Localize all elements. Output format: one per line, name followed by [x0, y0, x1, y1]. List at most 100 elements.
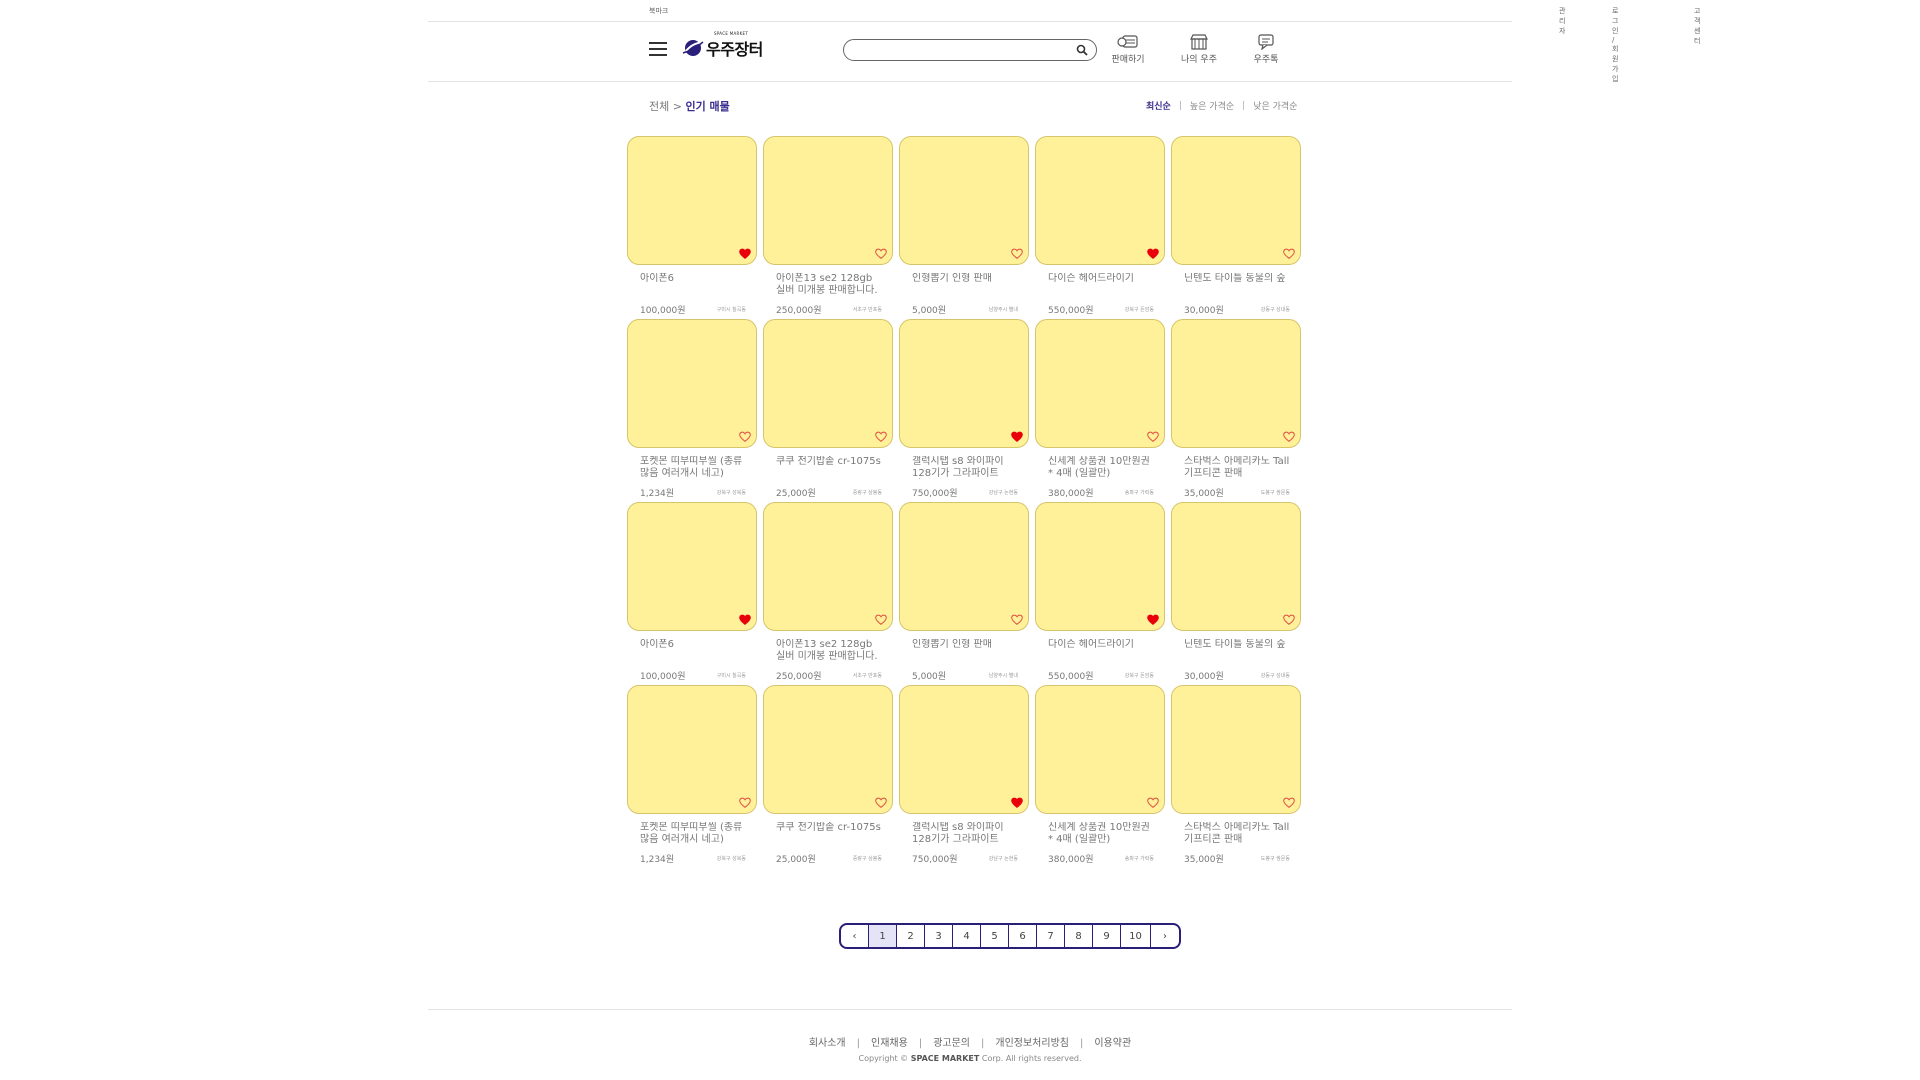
- product-thumbnail[interactable]: [899, 319, 1029, 448]
- footer-link[interactable]: 광고문의: [933, 1038, 970, 1049]
- product-card[interactable]: 아이폰6 100,000원 구미시 칠곡동: [627, 502, 757, 682]
- product-card[interactable]: 다이슨 헤어드라이기 550,000원 강북구 돈암동: [1035, 502, 1165, 682]
- page-number[interactable]: 4: [953, 925, 981, 947]
- product-thumbnail[interactable]: [1171, 319, 1301, 448]
- product-thumbnail[interactable]: [1035, 685, 1165, 814]
- heart-outline-icon[interactable]: [1011, 614, 1023, 625]
- heart-filled-icon[interactable]: [739, 614, 751, 625]
- product-thumbnail[interactable]: [1171, 685, 1301, 814]
- product-thumbnail[interactable]: [627, 685, 757, 814]
- product-card[interactable]: 스타벅스 아메리카노 Tall 기프티콘 판매 35,000원 도봉구 쌍문동: [1171, 685, 1301, 865]
- search-input[interactable]: [856, 43, 1066, 57]
- product-thumbnail[interactable]: [763, 685, 893, 814]
- footer-link[interactable]: 회사소개: [809, 1038, 846, 1049]
- page-number[interactable]: 9: [1093, 925, 1121, 947]
- nav-chat[interactable]: 우주톡: [1244, 34, 1288, 65]
- product-card[interactable]: 닌텐도 타이틀 동물의 숲 30,000원 강동구 성내동: [1171, 136, 1301, 316]
- login-signup-link[interactable]: 로그인 / 회원가입: [1612, 6, 1618, 84]
- product-card[interactable]: 포켓몬 띠부띠부씰 (종류 많음 여러개시 네고) 1,234원 강북구 성북동: [627, 319, 757, 499]
- product-card[interactable]: 갤럭시탭 s8 와이파이 128기가 그라파이트 미... 750,000원 강남구…: [899, 319, 1029, 499]
- heart-outline-icon[interactable]: [739, 431, 751, 442]
- product-title[interactable]: 인형뽑기 인형 판매: [912, 639, 1020, 651]
- product-title[interactable]: 포켓몬 띠부띠부씰 (종류 많음 여러개시 네고): [640, 456, 748, 479]
- product-title[interactable]: 갤럭시탭 s8 와이파이 128기가 그라파이트 미...: [912, 456, 1020, 479]
- heart-outline-icon[interactable]: [1147, 431, 1159, 442]
- product-thumbnail[interactable]: [627, 319, 757, 448]
- product-title[interactable]: 스타벅스 아메리카노 Tall 기프티콘 판매: [1184, 822, 1292, 845]
- product-card[interactable]: 갤럭시탭 s8 와이파이 128기가 그라파이트 미... 750,000원 강남구…: [899, 685, 1029, 865]
- breadcrumb-root[interactable]: 전체: [649, 100, 669, 113]
- page-number[interactable]: 7: [1037, 925, 1065, 947]
- page-number[interactable]: 5: [981, 925, 1009, 947]
- page-number[interactable]: 2: [897, 925, 925, 947]
- heart-filled-icon[interactable]: [1147, 614, 1159, 625]
- product-card[interactable]: 신세계 상품권 10만원권 * 4매 (일괄만) 380,000원 송파구 가락동: [1035, 685, 1165, 865]
- product-title[interactable]: 다이슨 헤어드라이기: [1048, 639, 1156, 651]
- product-title[interactable]: 포켓몬 띠부띠부씰 (종류 많음 여러개시 네고): [640, 822, 748, 845]
- heart-outline-icon[interactable]: [1283, 248, 1295, 259]
- search-icon[interactable]: [1076, 44, 1088, 56]
- product-card[interactable]: 아이폰13 se2 128gb 실버 미개봉 판매합니다. 250,000원 서초구…: [763, 502, 893, 682]
- product-title[interactable]: 아이폰13 se2 128gb 실버 미개봉 판매합니다.: [776, 273, 884, 296]
- product-thumbnail[interactable]: [899, 136, 1029, 265]
- product-thumbnail[interactable]: [627, 136, 757, 265]
- product-title[interactable]: 아이폰6: [640, 639, 748, 651]
- page-number[interactable]: 10: [1121, 925, 1151, 947]
- product-thumbnail[interactable]: [627, 502, 757, 631]
- product-title[interactable]: 인형뽑기 인형 판매: [912, 273, 1020, 285]
- prev-page-button[interactable]: ‹: [841, 925, 869, 947]
- menu-icon[interactable]: [649, 42, 667, 56]
- product-title[interactable]: 닌텐도 타이틀 동물의 숲: [1184, 273, 1292, 285]
- product-card[interactable]: 닌텐도 타이틀 동물의 숲 30,000원 강동구 성내동: [1171, 502, 1301, 682]
- page-number[interactable]: 1: [869, 925, 897, 947]
- heart-outline-icon[interactable]: [1283, 431, 1295, 442]
- product-title[interactable]: 쿠쿠 전기밥솥 cr-1075s: [776, 822, 884, 834]
- product-title[interactable]: 갤럭시탭 s8 와이파이 128기가 그라파이트 미...: [912, 822, 1020, 845]
- customer-service-link[interactable]: 고객센터: [1694, 6, 1700, 46]
- favorites-link[interactable]: 북마크: [649, 6, 668, 16]
- heart-filled-icon[interactable]: [1011, 797, 1023, 808]
- heart-outline-icon[interactable]: [1283, 614, 1295, 625]
- product-thumbnail[interactable]: [763, 319, 893, 448]
- product-thumbnail[interactable]: [899, 685, 1029, 814]
- product-card[interactable]: 아이폰6 100,000원 구미시 칠곡동: [627, 136, 757, 316]
- heart-outline-icon[interactable]: [1011, 248, 1023, 259]
- sort-option[interactable]: 최신순: [1146, 99, 1171, 112]
- product-thumbnail[interactable]: [1171, 136, 1301, 265]
- page-number[interactable]: 3: [925, 925, 953, 947]
- product-card[interactable]: 인형뽑기 인형 판매 5,000원 남양주시 별내: [899, 502, 1029, 682]
- product-title[interactable]: 신세계 상품권 10만원권 * 4매 (일괄만): [1048, 822, 1156, 845]
- product-thumbnail[interactable]: [1171, 502, 1301, 631]
- heart-outline-icon[interactable]: [1283, 797, 1295, 808]
- product-card[interactable]: 신세계 상품권 10만원권 * 4매 (일괄만) 380,000원 송파구 가락동: [1035, 319, 1165, 499]
- product-card[interactable]: 스타벅스 아메리카노 Tall 기프티콘 판매 35,000원 도봉구 쌍문동: [1171, 319, 1301, 499]
- heart-filled-icon[interactable]: [739, 248, 751, 259]
- heart-outline-icon[interactable]: [875, 614, 887, 625]
- product-thumbnail[interactable]: [763, 502, 893, 631]
- product-title[interactable]: 신세계 상품권 10만원권 * 4매 (일괄만): [1048, 456, 1156, 479]
- sort-option[interactable]: 낮은 가격순: [1253, 99, 1297, 112]
- product-card[interactable]: 인형뽑기 인형 판매 5,000원 남양주시 별내: [899, 136, 1029, 316]
- heart-outline-icon[interactable]: [875, 431, 887, 442]
- footer-link[interactable]: 개인정보처리방침: [995, 1038, 1069, 1049]
- product-title[interactable]: 다이슨 헤어드라이기: [1048, 273, 1156, 285]
- product-title[interactable]: 스타벅스 아메리카노 Tall 기프티콘 판매: [1184, 456, 1292, 479]
- product-card[interactable]: 쿠쿠 전기밥솥 cr-1075s 25,000원 중랑구 상봉동: [763, 685, 893, 865]
- nav-sell[interactable]: 판매하기: [1106, 34, 1150, 65]
- logo[interactable]: SPACE MARKET 우주장터: [682, 31, 763, 62]
- product-title[interactable]: 아이폰6: [640, 273, 748, 285]
- page-number[interactable]: 6: [1009, 925, 1037, 947]
- product-title[interactable]: 닌텐도 타이틀 동물의 숲: [1184, 639, 1292, 651]
- footer-link[interactable]: 인재채용: [871, 1038, 908, 1049]
- product-thumbnail[interactable]: [1035, 502, 1165, 631]
- product-thumbnail[interactable]: [899, 502, 1029, 631]
- product-card[interactable]: 다이슨 헤어드라이기 550,000원 강북구 돈암동: [1035, 136, 1165, 316]
- heart-filled-icon[interactable]: [1147, 248, 1159, 259]
- sort-option[interactable]: 높은 가격순: [1190, 99, 1234, 112]
- footer-link[interactable]: 이용약관: [1094, 1038, 1131, 1049]
- heart-outline-icon[interactable]: [739, 797, 751, 808]
- heart-outline-icon[interactable]: [875, 797, 887, 808]
- product-title[interactable]: 아이폰13 se2 128gb 실버 미개봉 판매합니다.: [776, 639, 884, 662]
- heart-filled-icon[interactable]: [1011, 431, 1023, 442]
- product-card[interactable]: 쿠쿠 전기밥솥 cr-1075s 25,000원 중랑구 상봉동: [763, 319, 893, 499]
